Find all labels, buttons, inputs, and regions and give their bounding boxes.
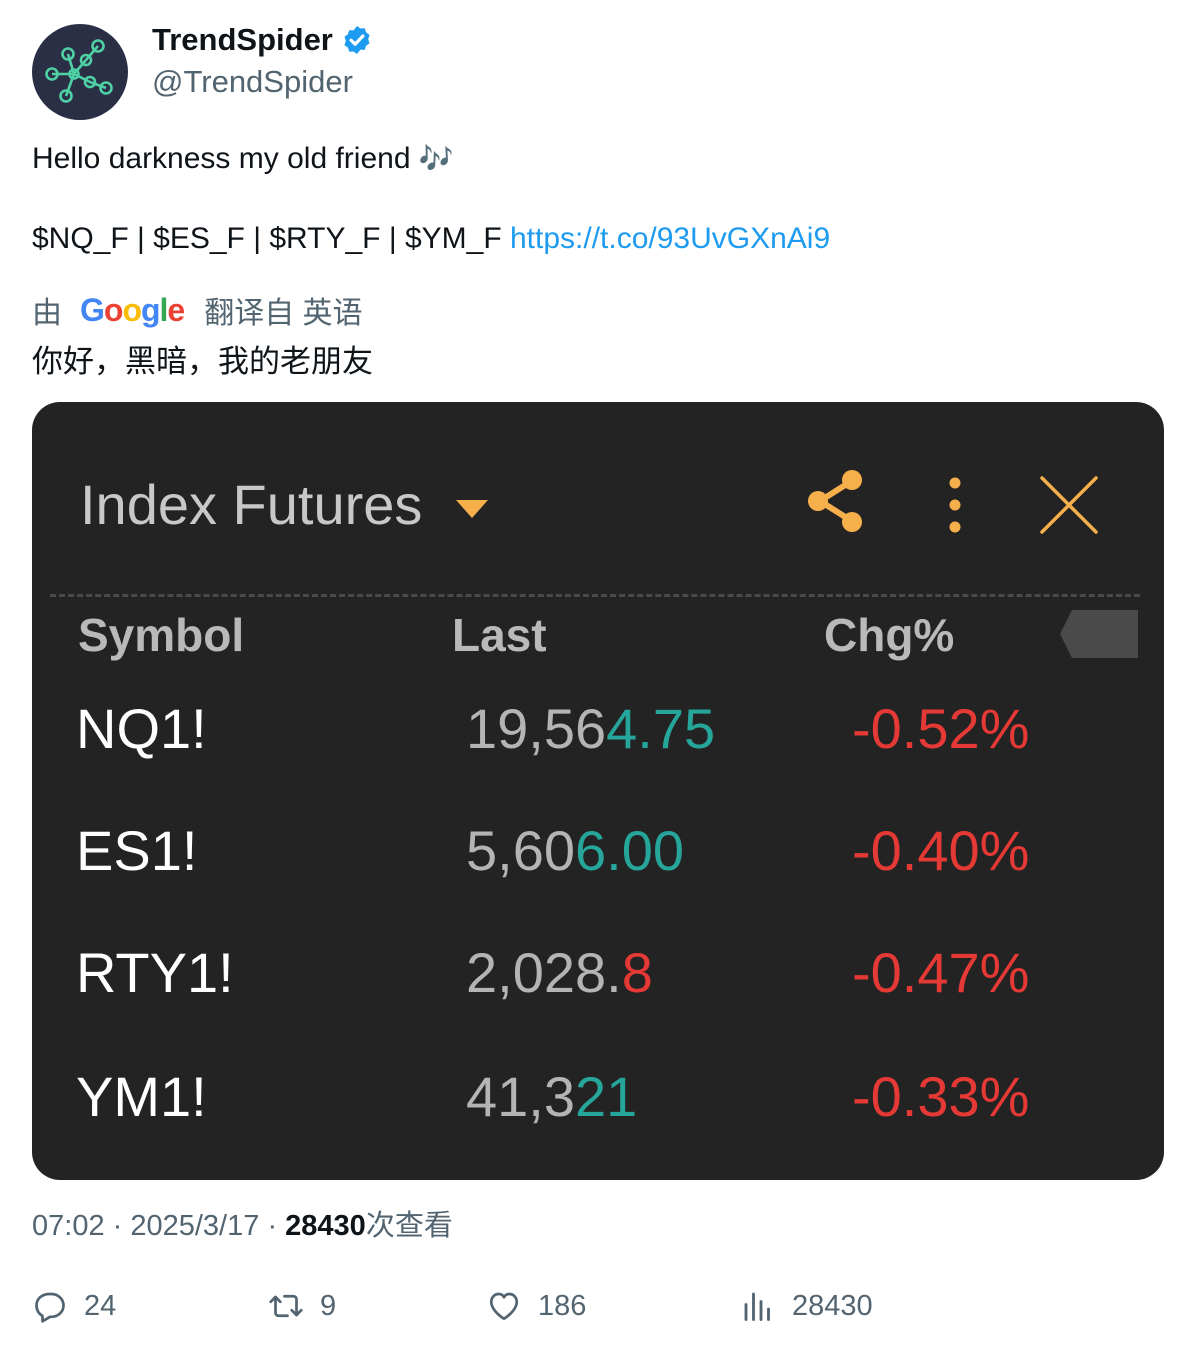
display-name[interactable]: TrendSpider [152, 22, 333, 58]
more-vertical-icon [949, 477, 961, 533]
row-symbol: ES1! [76, 819, 198, 882]
reply-icon [35, 1292, 65, 1323]
views-chart-icon [744, 1292, 770, 1321]
row-last-price: 2,028.8 [466, 941, 653, 1004]
author-handle[interactable]: @TrendSpider [152, 64, 353, 100]
views-action-count: 28430 [792, 1289, 873, 1322]
share-icon [808, 470, 862, 532]
row-symbol: RTY1! [76, 941, 234, 1004]
trendspider-logo-icon [45, 39, 113, 103]
tweet-tickers-line: $NQ_F | $ES_F | $RTY_F | $YM_F https://t… [32, 222, 830, 256]
translated-text: 你好，黑暗，我的老朋友 [32, 344, 373, 379]
row-change-percent: -0.47% [852, 941, 1030, 1004]
widget-title: Index Futures [80, 473, 423, 536]
tweet-meta: 07:02 · 2025/3/17 · 28430次查看 [32, 1202, 453, 1244]
tweet-time[interactable]: 07:02 [32, 1210, 105, 1242]
column-header-chg: Chg% [824, 609, 955, 661]
translation-suffix: 翻译自 英语 [204, 297, 363, 330]
column-header-last: Last [452, 609, 547, 661]
musical-notes-emoji: 🎶 [418, 143, 454, 174]
row-change-percent: -0.52% [852, 697, 1030, 760]
widget-divider [50, 594, 1140, 597]
retweet-icon [269, 1294, 303, 1318]
reply-count: 24 [84, 1289, 117, 1322]
views-label: 次查看 [365, 1210, 453, 1242]
table-row: RTY1! 2,028.8 -0.47% [32, 940, 1164, 1020]
views-button[interactable]: 28430 [740, 1288, 873, 1324]
row-last-price: 5,606.00 [466, 819, 684, 882]
tweet-text-line: Hello darkness my old friend 🎶 [32, 142, 454, 176]
tweet-image-index-futures[interactable]: Index Futures Symbol Last Chg% NQ1! 19,5… [32, 402, 1164, 1180]
author-name-row[interactable]: TrendSpider [152, 22, 373, 58]
retweet-button[interactable]: 9 [268, 1288, 336, 1324]
like-count: 186 [538, 1289, 587, 1322]
like-button[interactable]: 186 [486, 1288, 586, 1324]
tweet-actions: 24 9 186 28430 [32, 1288, 1164, 1332]
row-symbol: YM1! [76, 1065, 207, 1128]
row-change-percent: -0.33% [852, 1065, 1030, 1128]
retweet-count: 9 [320, 1289, 337, 1322]
collapse-tab-icon [1060, 610, 1138, 658]
table-row: NQ1! 19,564.75 -0.52% [32, 696, 1164, 776]
row-symbol: NQ1! [76, 697, 207, 760]
tweet-text: Hello darkness my old friend [32, 142, 411, 175]
tweet-link[interactable]: https://t.co/93UvGXnAi9 [510, 222, 830, 255]
column-header-symbol: Symbol [78, 609, 245, 661]
meta-separator: · [267, 1210, 286, 1242]
table-row: ES1! 5,606.00 -0.40% [32, 818, 1164, 898]
caret-down-icon [456, 500, 488, 518]
row-last-price: 41,321 [466, 1065, 638, 1128]
tweet-tickers[interactable]: $NQ_F | $ES_F | $RTY_F | $YM_F [32, 222, 502, 255]
translation-attribution[interactable]: 由 Google 翻译自 英语 [32, 288, 363, 332]
row-last-price: 19,564.75 [466, 697, 716, 760]
table-row: YM1! 41,321 -0.33% [32, 1064, 1164, 1144]
heart-icon [489, 1292, 519, 1321]
tweet-date[interactable]: 2025/3/17 [130, 1210, 259, 1242]
row-change-percent: -0.40% [852, 819, 1030, 882]
meta-separator: · [112, 1210, 131, 1242]
translation-prefix: 由 [32, 297, 62, 330]
views-count: 28430 [285, 1210, 366, 1242]
avatar[interactable] [32, 24, 128, 120]
verified-badge-icon [344, 26, 370, 54]
google-logo: Google [80, 291, 185, 328]
close-icon [1040, 476, 1098, 534]
reply-button[interactable]: 24 [32, 1288, 116, 1324]
